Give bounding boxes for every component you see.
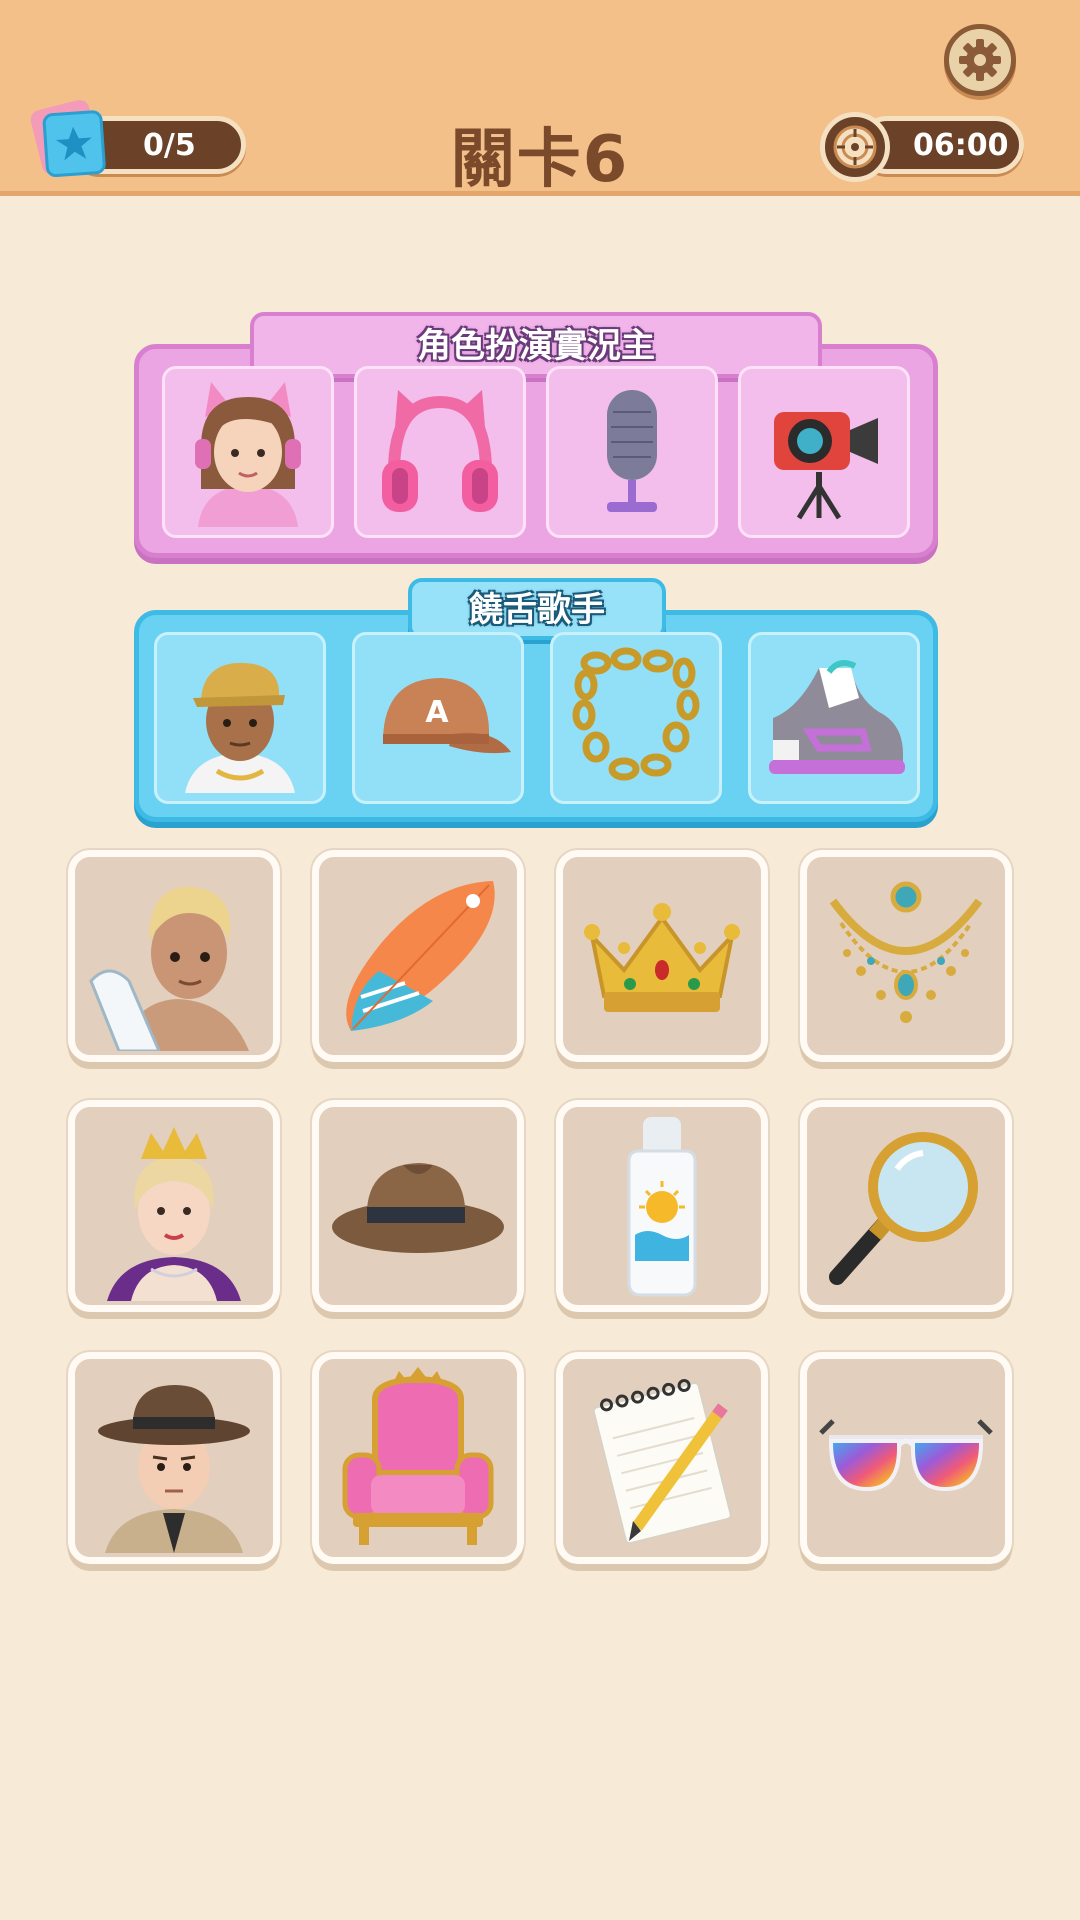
fedora-hat-icon [332, 1163, 504, 1253]
cat-ear-headphones-icon [382, 390, 498, 512]
gold-chain-icon [572, 647, 700, 781]
timer-text: 06:00 [913, 127, 1009, 163]
timer-badge [820, 112, 890, 182]
category-slot[interactable] [162, 366, 334, 538]
rainbow-sunglasses-icon [819, 1419, 993, 1492]
queen-icon [107, 1127, 241, 1301]
magnifying-glass-icon [829, 1132, 978, 1285]
surfer-icon [89, 886, 249, 1051]
detective-icon [98, 1385, 250, 1553]
video-camera-icon [774, 412, 878, 520]
category-slot[interactable] [738, 366, 910, 538]
item-tile[interactable] [68, 1100, 280, 1312]
svg-text:A: A [425, 695, 449, 730]
level-title: 關卡6 [450, 123, 630, 197]
star-icon [55, 126, 92, 161]
item-tile[interactable] [68, 1352, 280, 1564]
item-tile[interactable] [556, 1100, 768, 1312]
item-tile[interactable] [68, 850, 280, 1062]
category-slot[interactable] [354, 366, 526, 538]
settings-button[interactable] [944, 24, 1016, 96]
category-slot[interactable] [748, 632, 920, 804]
star-badge [28, 98, 107, 181]
category-slot[interactable] [546, 366, 718, 538]
sneaker-icon [769, 660, 905, 774]
gear-icon [959, 39, 1001, 81]
category-slot[interactable]: A [352, 632, 524, 804]
notepad-pencil-icon [592, 1378, 732, 1545]
crown-icon [584, 903, 740, 1012]
item-tile[interactable] [800, 1352, 1012, 1564]
jeweled-necklace-icon [829, 881, 983, 1023]
baseball-cap-icon: A [383, 678, 511, 754]
microphone-icon [607, 390, 657, 512]
item-tile[interactable] [312, 1352, 524, 1564]
item-tile[interactable] [312, 1100, 524, 1312]
item-tile[interactable] [556, 1352, 768, 1564]
surfboard-icon [346, 881, 495, 1031]
category-title-blue: 饒舌歌手 [408, 578, 666, 640]
streamer-girl-icon [195, 382, 301, 527]
compass-timer-icon [833, 125, 877, 169]
category-slot[interactable] [154, 632, 326, 804]
stars-progress-text: 0/5 [143, 127, 196, 163]
rapper-icon [185, 662, 295, 793]
category-title-pink: 角色扮演實況主 [250, 312, 822, 378]
item-tile[interactable] [556, 850, 768, 1062]
item-tile[interactable] [312, 850, 524, 1062]
item-tile[interactable] [800, 850, 1012, 1062]
sunscreen-icon [627, 1117, 697, 1297]
category-slot[interactable] [550, 632, 722, 804]
item-tile[interactable] [800, 1100, 1012, 1312]
throne-chair-icon [342, 1367, 494, 1545]
star-card-front [42, 109, 107, 178]
